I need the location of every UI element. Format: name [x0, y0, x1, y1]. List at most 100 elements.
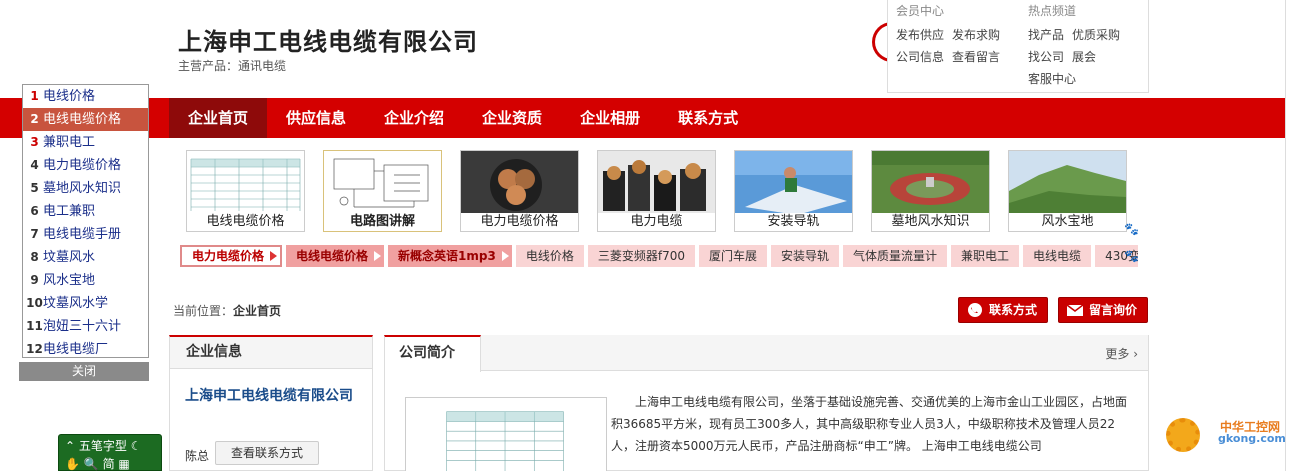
company-info-link[interactable]: 公司信息	[896, 50, 944, 64]
keyword-tag[interactable]: 安装导轨	[771, 245, 840, 267]
thumbnail-caption: 电力电缆价格	[461, 213, 578, 231]
item-number: 3	[30, 135, 39, 149]
nav-about[interactable]: 企业介绍	[365, 98, 463, 138]
expand-icon: ⌃	[65, 439, 76, 453]
item-label: 坟墓风水学	[43, 296, 109, 311]
gear-logo-icon	[1166, 418, 1200, 452]
nav-supply[interactable]: 供应信息	[267, 98, 365, 138]
quality-purchase-link[interactable]: 优质采购	[1072, 28, 1120, 42]
customer-service-link[interactable]: 客服中心	[1028, 72, 1076, 86]
list-item[interactable]: 5 墓地风水知识	[23, 177, 148, 200]
paw-icon[interactable]: 🐾	[1124, 222, 1139, 236]
thumbnail-caption: 风水宝地	[1009, 213, 1126, 231]
item-number: 1	[30, 89, 39, 103]
search-icon: 🔍	[83, 457, 99, 471]
member-links-row-1: 发布供应 发布求购	[896, 24, 1008, 46]
list-item[interactable]: 10坟墓风水学	[23, 292, 148, 315]
message-inquiry-button[interactable]: 留言询价	[1058, 297, 1149, 323]
company-info-panel: 企业信息 上海申工电线电缆有限公司 陈总 查看联系方式	[169, 335, 373, 471]
moon-icon: ☾	[130, 439, 142, 453]
thumbnail-circuit-diagram[interactable]: 电路图讲解	[323, 150, 442, 232]
item-label: 电线价格	[43, 89, 96, 104]
keyword-tag[interactable]: 厦门车展	[698, 245, 767, 267]
member-center-heading: 会员中心	[896, 4, 945, 18]
list-item[interactable]: 3 兼职电工	[23, 131, 148, 154]
hot-channels-heading: 热点频道	[1028, 4, 1077, 18]
breadcrumb: 当前位置：企业首页	[173, 302, 281, 319]
thumbnail-caption: 安装导轨	[735, 213, 852, 231]
thumbnail-fengshui-land[interactable]: 风水宝地	[1008, 150, 1127, 232]
item-label: 电线电缆手册	[43, 227, 122, 242]
find-company-link[interactable]: 找公司	[1028, 50, 1064, 64]
thumbnail-install-rail[interactable]: 安装导轨	[734, 150, 853, 232]
company-title: 上海申工电线电缆有限公司	[178, 28, 478, 56]
find-products-link[interactable]: 找产品	[1028, 28, 1064, 42]
ime-toolbar[interactable]: ⌃ 五笔字型 ☾ ✋ 🔍 简 ▦	[58, 434, 162, 471]
nav-album[interactable]: 企业相册	[561, 98, 659, 138]
solar-photo-icon	[735, 151, 852, 215]
paw-icon[interactable]: 🐾	[1124, 249, 1139, 263]
item-label: 坟墓风水	[43, 250, 96, 265]
thumbnail-caption: 墓地风水知识	[872, 213, 989, 231]
list-item[interactable]: 9 风水宝地	[23, 269, 148, 292]
item-label: 电力电缆价格	[43, 158, 122, 173]
arrow-right-icon	[270, 251, 278, 261]
mountain-photo-icon	[1009, 151, 1126, 215]
keyword-tag[interactable]: 新概念英语1mp3	[388, 245, 512, 267]
list-item[interactable]: 8 坟墓风水	[23, 246, 148, 269]
exhibition-link[interactable]: 展会	[1072, 50, 1096, 64]
hot-links-row-2: 找公司 展会	[1028, 46, 1128, 68]
member-center-column: 会员中心 发布供应 发布求购 公司信息 查看留言	[896, 2, 1008, 68]
keyword-tag[interactable]: 兼职电工	[951, 245, 1020, 267]
table-image-icon	[187, 151, 304, 215]
company-intro-panel: 公司简介 更多 › 上海申工电线电缆有限公司，坐落于基础设施完善、交通优美的上海…	[384, 335, 1149, 471]
keyword-tag[interactable]: 三菱变频器f700	[587, 245, 695, 267]
keyword-label: 电力电缆价格	[192, 249, 265, 263]
tab-company-intro[interactable]: 公司简介	[384, 335, 481, 372]
keyword-strip: 电力电缆价格 电线电缆价格 新概念英语1mp3 电线价格 三菱变频器f700 厦…	[180, 245, 1138, 267]
watermark-line-2: gkong.com	[1218, 432, 1286, 445]
keyword-tag[interactable]: 电线电缆	[1023, 245, 1092, 267]
keyword-label: 电线电缆价格	[296, 249, 369, 263]
list-item[interactable]: 1 电线价格	[23, 85, 148, 108]
thumbnail-wire-price[interactable]: 电线电缆价格	[186, 150, 305, 232]
keyword-tag[interactable]: 电力电缆价格	[180, 245, 283, 267]
thumbnail-power-cable-price[interactable]: 电力电缆价格	[460, 150, 579, 232]
keyword-tag[interactable]: 电线电缆价格	[286, 245, 385, 267]
list-item[interactable]: 12电线电缆厂	[23, 338, 148, 357]
list-item[interactable]: 7 电线电缆手册	[23, 223, 148, 246]
intro-text: 上海申工电线电缆有限公司，坐落于基础设施完善、交通优美的上海市金山工业园区，占地…	[611, 395, 1128, 453]
view-messages-link[interactable]: 查看留言	[952, 50, 1000, 64]
thumbnail-caption: 电路图讲解	[324, 213, 441, 231]
list-item[interactable]: 2 电线电缆价格	[23, 108, 148, 131]
thumbnail-caption: 电线电缆价格	[187, 213, 304, 231]
chevron-right-icon: ›	[1133, 347, 1138, 361]
more-link[interactable]: 更多 ›	[1105, 345, 1138, 362]
keyword-label: 新概念英语1mp3	[398, 249, 496, 263]
close-button[interactable]: 关闭	[19, 362, 149, 381]
publish-supply-link[interactable]: 发布供应	[896, 28, 944, 42]
item-number: 2	[30, 112, 39, 126]
list-item[interactable]: 6 电工兼职	[23, 200, 148, 223]
contact-button[interactable]: 联系方式	[958, 297, 1049, 323]
thumbnail-power-cable[interactable]: 电力电缆	[597, 150, 716, 232]
nav-qualification[interactable]: 企业资质	[463, 98, 561, 138]
cable-photo-icon	[461, 151, 578, 215]
arrow-right-icon	[374, 251, 382, 261]
keyword-tag[interactable]: 气体质量流量计	[843, 245, 948, 267]
thumbnail-cemetery-fengshui[interactable]: 墓地风水知识	[871, 150, 990, 232]
list-item[interactable]: 4 电力电缆价格	[23, 154, 148, 177]
intro-tabs: 公司简介 更多 ›	[384, 335, 1148, 372]
keyword-tag[interactable]: 电线价格	[515, 245, 584, 267]
floating-keyword-list: 1 电线价格 2 电线电缆价格 3 兼职电工 4 电力电缆价格 5 墓地风水知识 6 电工兼…	[22, 84, 149, 358]
nav-contact[interactable]: 联系方式	[659, 98, 757, 138]
contact-person: 陈总	[185, 449, 210, 463]
view-contact-button[interactable]: 查看联系方式	[215, 441, 319, 465]
publish-demand-link[interactable]: 发布求购	[952, 28, 1000, 42]
hot-links-row-3: 客服中心	[1028, 68, 1128, 90]
nav-home[interactable]: 企业首页	[169, 98, 268, 138]
company-info-heading: 企业信息	[170, 337, 372, 369]
list-item[interactable]: 11泡妞三十六计	[23, 315, 148, 338]
top-links-box: 会员中心 发布供应 发布求购 公司信息 查看留言 热点频道 找产品 优质采购 找公司展…	[887, 0, 1149, 93]
breadcrumb-current[interactable]: 企业首页	[233, 304, 281, 318]
